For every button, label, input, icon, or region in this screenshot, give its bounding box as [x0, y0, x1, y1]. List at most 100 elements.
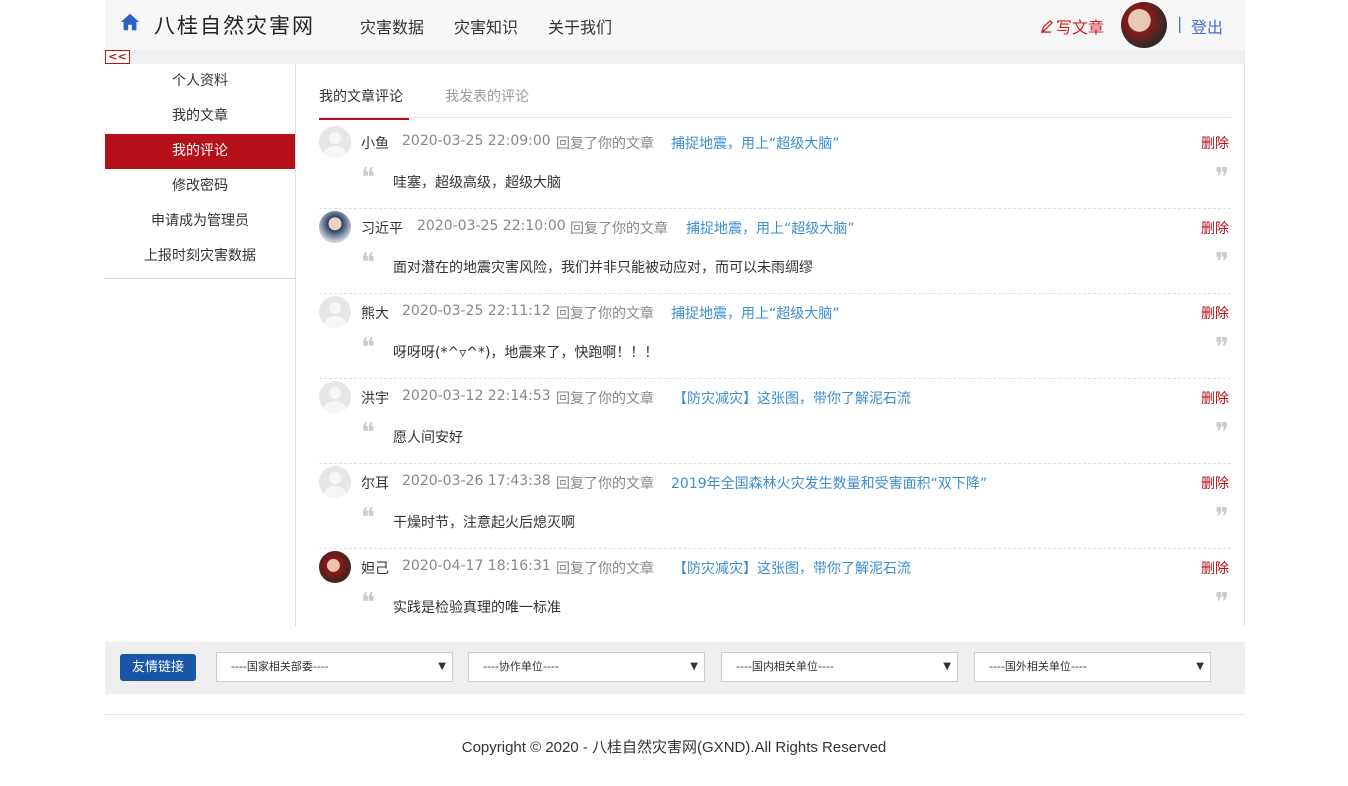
sidebar-item-change-password[interactable]: 修改密码 [105, 169, 295, 204]
sidebar: 个人资料 我的文章 我的评论 修改密码 申请成为管理员 上报时刻灾害数据 [105, 64, 295, 279]
nav-item-disaster-data[interactable]: 灾害数据 [360, 14, 424, 38]
comment-time: 2020-03-25 22:10:00 [417, 218, 566, 234]
commenter-avatar[interactable] [319, 126, 351, 158]
home-icon[interactable] [119, 11, 141, 33]
main-nav: 灾害数据 灾害知识 关于我们 [360, 14, 612, 38]
select-national-ministries[interactable]: ----国家相关部委---- ▼ [216, 652, 453, 682]
commenter-avatar[interactable] [319, 381, 351, 413]
quote-close-icon: ❞ [1215, 333, 1229, 363]
delete-button[interactable]: 删除 [1201, 473, 1229, 493]
content-right-border [1244, 64, 1245, 626]
comment-time: 2020-03-12 22:14:53 [402, 388, 551, 404]
sub-header-bar [105, 50, 1245, 64]
delete-button[interactable]: 删除 [1201, 133, 1229, 153]
select-foreign-units[interactable]: ----国外相关单位---- ▼ [974, 652, 1211, 682]
comment-content: 干燥时节，注意起火后熄灭啊 [393, 515, 575, 531]
comment-time: 2020-03-25 22:11:12 [402, 303, 551, 319]
commenter-name[interactable]: 妲己 [361, 558, 389, 578]
article-link[interactable]: 捕捉地震，用上“超级大脑” [671, 133, 840, 153]
sidebar-divider [295, 64, 296, 626]
sidebar-item-my-comments[interactable]: 我的评论 [105, 134, 295, 169]
user-avatar[interactable] [1121, 2, 1167, 48]
article-link[interactable]: 捕捉地震，用上“超级大脑” [686, 218, 855, 238]
friendly-links-button[interactable]: 友情链接 [120, 654, 196, 681]
comment-item: 习近平 2020-03-25 22:10:00 回复了你的文章 捕捉地震，用上“… [319, 209, 1231, 294]
quote-open-icon: ❝ [361, 588, 375, 618]
comment-content: 面对潜在的地震灾害风险，我们并非只能被动应对，而可以未雨绸缪 [393, 260, 813, 276]
sidebar-item-apply-admin[interactable]: 申请成为管理员 [105, 204, 295, 239]
quote-open-icon: ❝ [361, 418, 375, 448]
commenter-name[interactable]: 尔耳 [361, 473, 389, 493]
pen-icon [1040, 20, 1053, 33]
reply-text: 回复了你的文章 [556, 136, 654, 152]
copyright-text: Copyright © 2020 - 八桂自然灾害网(GXND).All Rig… [461, 739, 887, 756]
quote-open-icon: ❝ [361, 503, 375, 533]
sidebar-item-my-articles[interactable]: 我的文章 [105, 99, 295, 134]
sidebar-item-report-data[interactable]: 上报时刻灾害数据 [105, 239, 295, 274]
quote-open-icon: ❝ [361, 248, 375, 278]
site-title[interactable]: 八桂自然灾害网 [154, 10, 315, 40]
delete-button[interactable]: 删除 [1201, 388, 1229, 408]
select-value: ----协作单位---- [483, 660, 559, 673]
commenter-avatar[interactable] [319, 551, 351, 583]
quote-close-icon: ❞ [1215, 418, 1229, 448]
comment-time: 2020-04-17 18:16:31 [402, 558, 551, 574]
delete-button[interactable]: 删除 [1201, 218, 1229, 238]
dropdown-arrow-icon: ▼ [438, 661, 446, 672]
dropdown-arrow-icon: ▼ [943, 661, 951, 672]
comment-item: 洪宇 2020-03-12 22:14:53 回复了你的文章 【防灾减灾】这张图… [319, 379, 1231, 464]
reply-text: 回复了你的文章 [556, 391, 654, 407]
friendly-links-bar: 友情链接 ----国家相关部委---- ▼ ----协作单位---- ▼ ----国… [105, 642, 1245, 694]
comment-time: 2020-03-25 22:09:00 [402, 133, 551, 149]
sidebar-item-profile[interactable]: 个人资料 [105, 64, 295, 99]
reply-text: 回复了你的文章 [556, 561, 654, 577]
comment-content: 实践是检验真理的唯一标准 [393, 600, 561, 616]
comment-item: 小鱼 2020-03-25 22:09:00 回复了你的文章 捕捉地震，用上“超… [319, 124, 1231, 209]
comment-content: 呀呀呀(*^▿^*)，地震来了，快跑啊！！！ [393, 345, 659, 361]
header-separator: | [1177, 14, 1183, 33]
tab-my-posted-comments[interactable]: 我发表的评论 [445, 86, 529, 118]
quote-close-icon: ❞ [1215, 163, 1229, 193]
commenter-name[interactable]: 习近平 [361, 218, 403, 238]
comment-item: 尔耳 2020-03-26 17:43:38 回复了你的文章 2019年全国森林… [319, 464, 1231, 549]
delete-button[interactable]: 删除 [1201, 558, 1229, 578]
quote-open-icon: ❝ [361, 163, 375, 193]
delete-button[interactable]: 删除 [1201, 303, 1229, 323]
select-value: ----国外相关单位---- [989, 660, 1087, 673]
dropdown-arrow-icon: ▼ [690, 661, 698, 672]
comment-tabs: 我的文章评论 我发表的评论 [319, 86, 1231, 120]
select-domestic-units[interactable]: ----国内相关单位---- ▼ [721, 652, 958, 682]
commenter-name[interactable]: 熊大 [361, 303, 389, 323]
tab-article-comments[interactable]: 我的文章评论 [319, 86, 409, 120]
comment-item: 妲己 2020-04-17 18:16:31 回复了你的文章 【防灾减灾】这张图… [319, 549, 1231, 634]
write-article-button[interactable]: 写文章 [1040, 14, 1104, 38]
commenter-avatar[interactable] [319, 296, 351, 328]
reply-text: 回复了你的文章 [556, 476, 654, 492]
collapse-sidebar-button[interactable]: << [105, 50, 130, 64]
article-link[interactable]: 【防灾减灾】这张图，带你了解泥石流 [673, 388, 911, 408]
quote-open-icon: ❝ [361, 333, 375, 363]
commenter-name[interactable]: 小鱼 [361, 133, 389, 153]
article-link[interactable]: 2019年全国森林火灾发生数量和受害面积“双下降” [671, 473, 987, 493]
dropdown-arrow-icon: ▼ [1196, 661, 1204, 672]
nav-item-about-us[interactable]: 关于我们 [548, 14, 612, 38]
nav-item-disaster-knowledge[interactable]: 灾害知识 [454, 14, 518, 38]
quote-close-icon: ❞ [1215, 503, 1229, 533]
comment-content: 哇塞，超级高级，超级大脑 [393, 175, 561, 191]
commenter-avatar[interactable] [319, 211, 351, 243]
logout-link[interactable]: 登出 [1191, 14, 1223, 38]
quote-close-icon: ❞ [1215, 588, 1229, 618]
comment-list: 小鱼 2020-03-25 22:09:00 回复了你的文章 捕捉地震，用上“超… [319, 124, 1231, 634]
comment-content: 愿人间安好 [393, 430, 463, 446]
footer-divider [105, 714, 1245, 715]
commenter-name[interactable]: 洪宇 [361, 388, 389, 408]
article-link[interactable]: 捕捉地震，用上“超级大脑” [671, 303, 840, 323]
comment-item: 熊大 2020-03-25 22:11:12 回复了你的文章 捕捉地震，用上“超… [319, 294, 1231, 379]
select-value: ----国家相关部委---- [231, 660, 329, 673]
reply-text: 回复了你的文章 [570, 221, 668, 237]
article-link[interactable]: 【防灾减灾】这张图，带你了解泥石流 [673, 558, 911, 578]
write-article-label: 写文章 [1056, 18, 1105, 37]
commenter-avatar[interactable] [319, 466, 351, 498]
select-partner-units[interactable]: ----协作单位---- ▼ [468, 652, 705, 682]
select-value: ----国内相关单位---- [736, 660, 834, 673]
